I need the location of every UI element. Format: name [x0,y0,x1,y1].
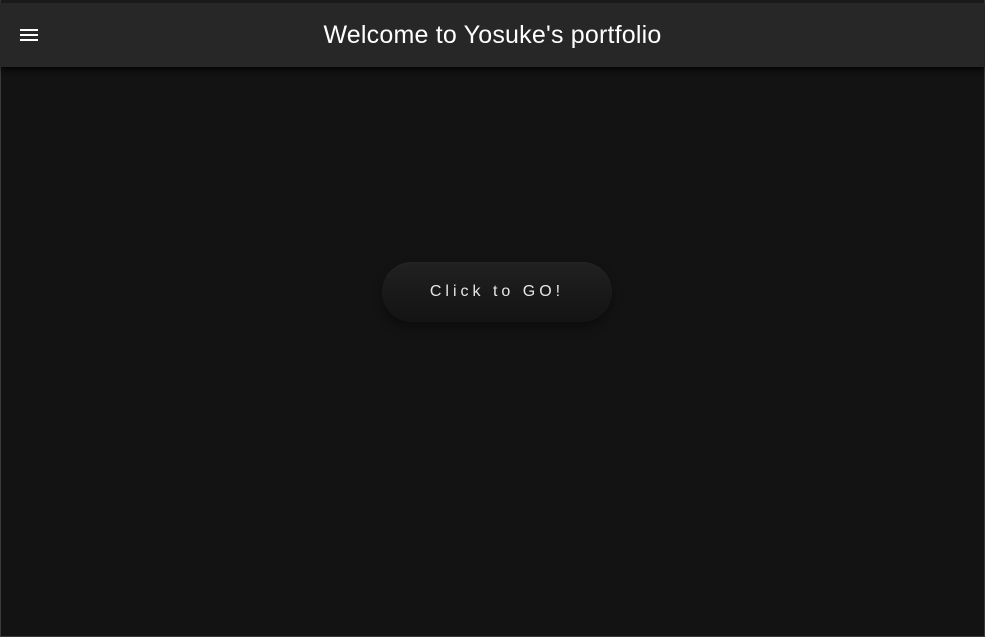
menu-button[interactable] [9,15,49,55]
hamburger-menu-icon [19,28,39,42]
app-bar: Welcome to Yosuke's portfolio [1,0,984,67]
go-button[interactable]: Click to GO! [382,262,612,322]
app-window: Welcome to Yosuke's portfolio Click to G… [0,0,985,637]
page-title: Welcome to Yosuke's portfolio [323,21,662,49]
